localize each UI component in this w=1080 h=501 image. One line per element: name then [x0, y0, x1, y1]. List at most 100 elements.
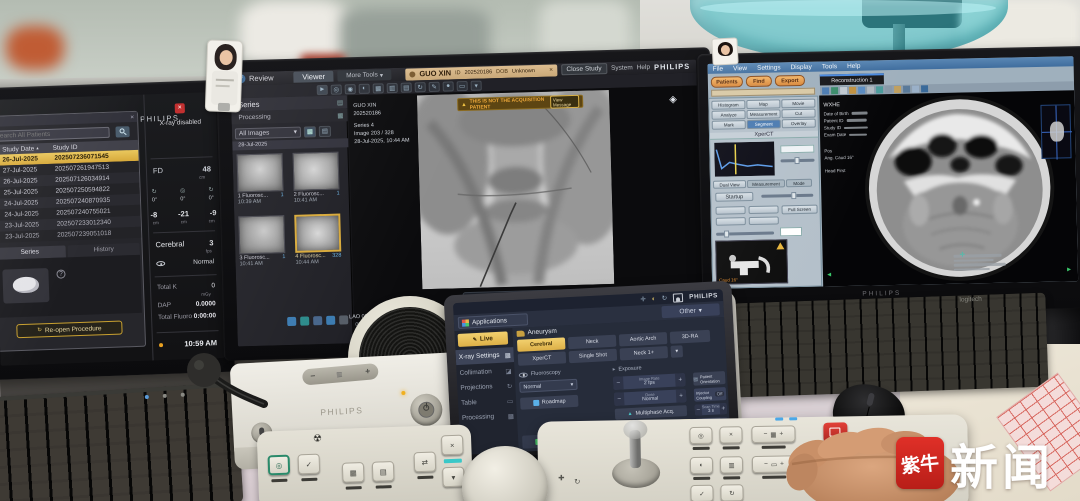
threshold-slider[interactable] [761, 194, 813, 198]
fluoroscopy-image[interactable] [417, 90, 614, 289]
volume-up-icon[interactable]: + [365, 366, 371, 376]
stack-tool-icon[interactable]: ▤ [401, 82, 412, 92]
menu-view[interactable]: View [733, 65, 747, 72]
gantry-icon[interactable]: ↻ [662, 294, 668, 302]
thumbnail-3[interactable]: 3 Fluorosc...1 10:41 AM [238, 215, 292, 274]
dose-icon[interactable]: ◐ [652, 295, 656, 302]
module-button-check[interactable]: ✓ [298, 454, 321, 475]
help-menu[interactable]: Help [637, 64, 651, 71]
module-button-swap[interactable]: ⇄ [414, 452, 437, 473]
annotate-tool-icon[interactable]: ✎ [429, 81, 440, 91]
applications-button[interactable]: Applications [458, 313, 529, 329]
module-button-close[interactable]: × [441, 435, 464, 456]
sidebar-item-xray-settings[interactable]: X-ray Settings ▦ [455, 347, 514, 365]
more-tools-dropdown[interactable]: More Tools▾ [338, 69, 392, 81]
cut-button[interactable]: Cut [781, 109, 815, 119]
taskbar-icon[interactable] [287, 317, 296, 326]
sidebar-item-processing[interactable]: Processing ▦ [459, 409, 518, 425]
taskbar-icon[interactable] [300, 316, 309, 325]
taskbar-icon[interactable] [339, 315, 348, 324]
volume-rocker[interactable]: − ▥ + [302, 363, 379, 386]
panel-button-contrast[interactable]: ◐ [690, 457, 713, 474]
review-button[interactable]: Review [249, 73, 274, 83]
panel-button[interactable] [716, 206, 746, 215]
close-study-button[interactable]: Close Study [561, 63, 607, 75]
module-button-target[interactable]: ◎ [268, 455, 291, 476]
thumbnail-1[interactable]: 1 Fluorosc...1 10:39 AM [237, 153, 291, 212]
panel-button[interactable] [748, 205, 778, 214]
injector-coupling-button[interactable]: Injector Coupling Off [694, 387, 727, 402]
roadmap-button[interactable]: Roadmap [520, 395, 579, 410]
sort-series-icon[interactable]: ▤ [337, 98, 343, 106]
window-level-dropdown[interactable] [780, 145, 814, 154]
tab-dual-view[interactable]: Dual View [713, 180, 746, 189]
segment-button[interactable]: Segment [747, 119, 781, 129]
toolbar-icon[interactable] [831, 87, 838, 94]
thumbnail-2[interactable]: 2 Fluorosc...1 10:41 AM [293, 151, 347, 210]
protocol-neck1[interactable]: Neck 1+ [620, 346, 669, 360]
plus-button[interactable]: + [720, 403, 728, 414]
tab-viewer[interactable]: Viewer [293, 71, 334, 83]
pointer-tool-icon[interactable]: ► [317, 84, 328, 94]
fluoro-mode-dropdown[interactable]: Normal▾ [519, 379, 577, 393]
module-button-grid[interactable]: ▦ [342, 462, 365, 483]
image-rate-stepper[interactable]: − Image Rate2 fps + [613, 373, 686, 390]
nav-arrow-icon[interactable]: ► [1066, 266, 1073, 273]
tab-mode[interactable]: Mode [786, 179, 812, 188]
mouse-wheel[interactable] [866, 392, 875, 406]
scan-time-stepper[interactable]: − Scan Time3 s + [695, 403, 728, 416]
menu-file[interactable]: File [713, 65, 724, 72]
help-icon[interactable]: ? [56, 269, 65, 278]
keyboard-right[interactable]: logitech [733, 293, 1048, 398]
protocol-more-icon[interactable]: ▾ [670, 345, 683, 358]
col-study-id[interactable]: Study ID [52, 143, 77, 151]
analyze-button[interactable]: Analyze [711, 110, 745, 120]
processing-tab[interactable]: Processing ▦ [231, 108, 347, 124]
minus-button[interactable]: − [614, 392, 625, 406]
snapshot-tool-icon[interactable]: ● [443, 81, 454, 91]
patients-button[interactable]: Patients [711, 76, 743, 88]
sidebar-item-collimation[interactable]: Collimation ◪ [456, 364, 515, 380]
measurement-button[interactable]: Measurement [746, 109, 780, 119]
protocol-aortic-arch[interactable]: Aortic Arch [619, 332, 668, 346]
exam-thumbnail-card[interactable] [2, 268, 49, 304]
reopen-procedure-button[interactable]: ↻ Re-open Procedure [16, 320, 122, 338]
rotate-tool-icon[interactable]: ↻ [415, 82, 426, 92]
plus-button[interactable]: + [676, 389, 687, 403]
panel-button-check[interactable]: ✓ [690, 485, 713, 501]
banner-close-icon[interactable]: × [549, 67, 553, 74]
menu-display[interactable]: Display [790, 63, 811, 70]
protocol-xperct[interactable]: XperCT [518, 351, 567, 365]
taskbar-icon[interactable] [326, 316, 335, 325]
contrast-tool-icon[interactable]: ◐ [359, 83, 370, 93]
col-study-date[interactable]: Study Date [2, 145, 34, 153]
layout-tool-icon[interactable]: ▦ [373, 83, 384, 93]
dose-stepper[interactable]: − DoseNormal + [614, 389, 687, 406]
nav-arrow-icon[interactable]: ◄ [826, 271, 833, 278]
grid-view-button[interactable]: ▦ [304, 126, 316, 137]
joystick-knob[interactable] [623, 420, 647, 439]
full-screen-button[interactable]: Full Screen [781, 205, 817, 215]
slice-slider[interactable] [716, 232, 774, 236]
sidebar-item-live[interactable]: ✎ Live [458, 331, 509, 347]
reconstruction-tab[interactable]: Reconstruction 1 [820, 73, 884, 85]
measure-tool-icon[interactable]: ▭ [457, 80, 468, 90]
multiphase-button[interactable]: ▲ Multiphase Acq. [615, 405, 687, 420]
panel-button[interactable] [749, 216, 779, 225]
panel-button-rotate[interactable]: ↻ [720, 484, 743, 501]
orientation-compass-icon[interactable]: ◈ [669, 94, 677, 105]
protocol-single-shot[interactable]: Single Shot [569, 349, 618, 363]
view-message-button[interactable]: View Message [550, 95, 580, 109]
module-button-list[interactable]: ▤ [372, 461, 395, 482]
overlay-button[interactable]: Overlay [782, 119, 816, 129]
panel-button-target[interactable]: ◎ [689, 427, 712, 444]
map-button[interactable]: Map [746, 99, 780, 109]
plus-button[interactable]: + [675, 373, 686, 387]
menu-tools[interactable]: Tools [822, 63, 837, 70]
tab-measurement[interactable]: Measurement [747, 179, 785, 188]
protocol-neck[interactable]: Neck [568, 335, 617, 349]
toolbar-icon[interactable] [840, 87, 847, 94]
pan-tool-icon[interactable]: ◎ [331, 84, 342, 94]
panel-button-layout[interactable]: ▥ [720, 456, 743, 473]
level-slider[interactable] [781, 159, 815, 163]
